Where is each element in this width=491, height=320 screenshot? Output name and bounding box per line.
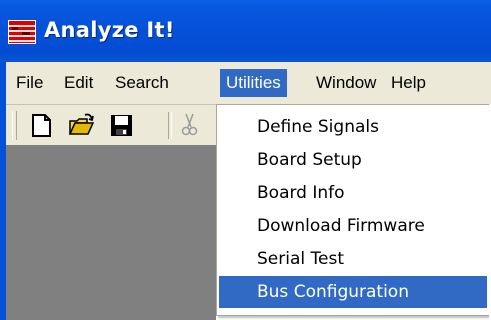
- app-icon: [8, 20, 36, 44]
- toolbar-separator: [168, 112, 172, 139]
- menu-window[interactable]: Window: [310, 69, 382, 97]
- app-window: Analyze It! File Edit Search Utilities W…: [0, 0, 491, 320]
- menu-item-bus-configuration[interactable]: Bus Configuration: [219, 276, 487, 308]
- menu-item-define-signals[interactable]: Define Signals: [219, 111, 487, 143]
- open-folder-icon[interactable]: [68, 112, 95, 139]
- menu-item-label: Define Signals: [257, 117, 379, 137]
- menu-item-label: Serial Test: [257, 249, 344, 269]
- utilities-menu-dropdown: Define Signals Board Setup Board Info Do…: [216, 104, 490, 316]
- new-document-icon[interactable]: [28, 112, 55, 139]
- window-title: Analyze It!: [44, 18, 175, 42]
- menu-edit[interactable]: Edit: [58, 69, 99, 97]
- menu-item-board-info[interactable]: Board Info: [219, 177, 487, 209]
- menu-item-label: Board Setup: [257, 150, 362, 170]
- title-bar[interactable]: Analyze It!: [0, 0, 491, 62]
- save-icon[interactable]: [108, 112, 135, 139]
- menu-search[interactable]: Search: [109, 69, 175, 97]
- cut-icon: [181, 113, 198, 136]
- menu-item-label: Board Info: [257, 183, 345, 203]
- menu-utilities[interactable]: Utilities: [220, 69, 287, 97]
- menu-file[interactable]: File: [10, 69, 49, 97]
- menu-item-label: Download Firmware: [257, 216, 425, 236]
- toolbar-grip[interactable]: [12, 111, 17, 140]
- menu-item-board-setup[interactable]: Board Setup: [219, 144, 487, 176]
- menu-item-download-firmware[interactable]: Download Firmware: [219, 210, 487, 242]
- menu-item-serial-test[interactable]: Serial Test: [219, 243, 487, 275]
- mdi-client-area: [6, 145, 216, 320]
- menu-item-label: Bus Configuration: [257, 282, 409, 302]
- menu-bar: File Edit Search Utilities Window Help: [6, 62, 491, 105]
- toolbar: [6, 105, 216, 145]
- menu-help[interactable]: Help: [385, 69, 432, 97]
